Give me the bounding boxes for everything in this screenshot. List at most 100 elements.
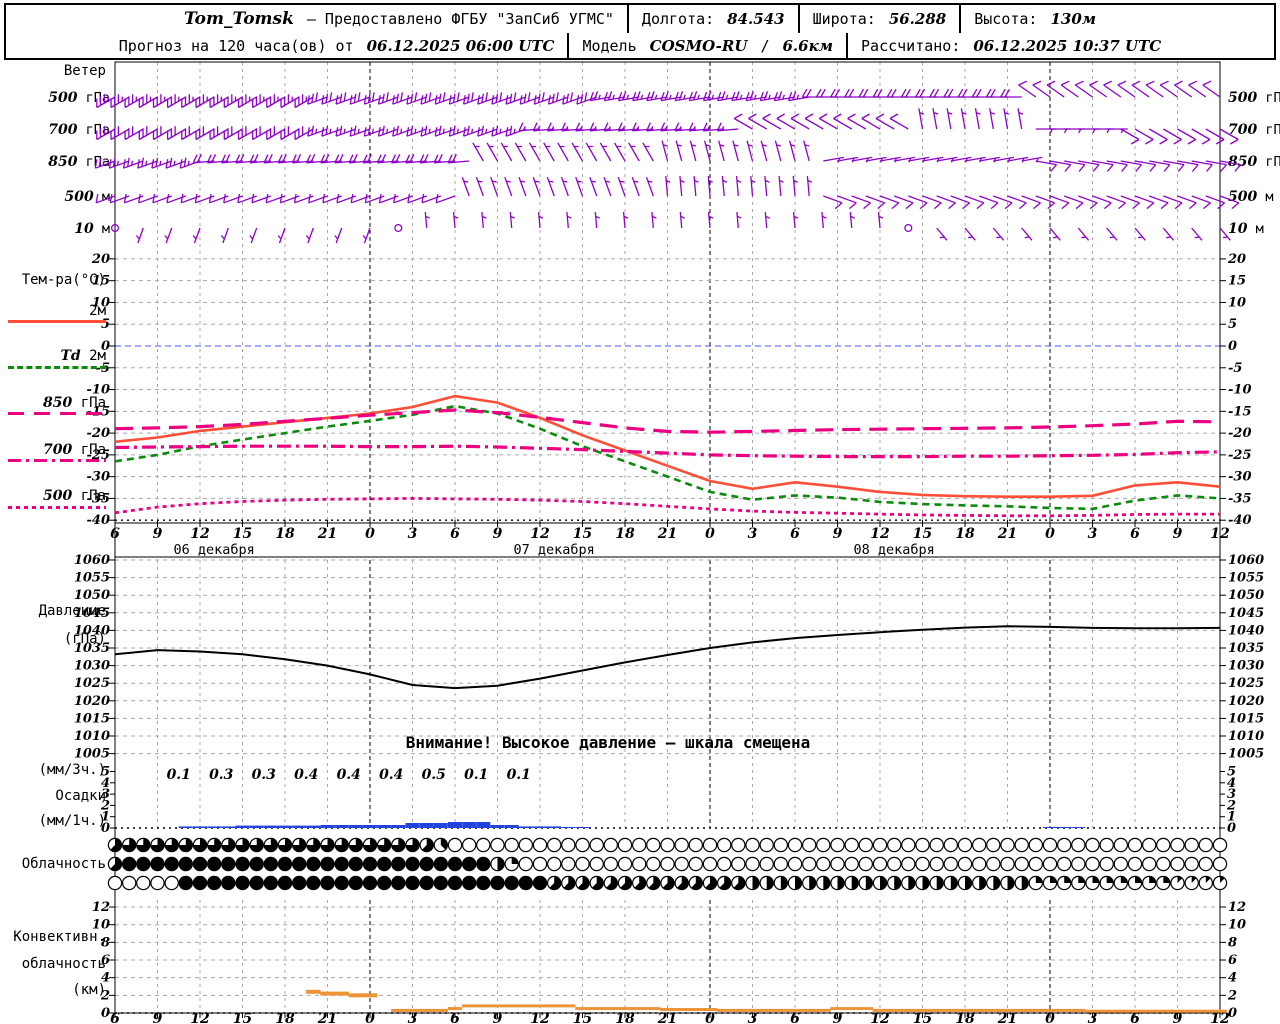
legend-entry-line-sample — [8, 459, 106, 462]
svg-text:3: 3 — [408, 526, 418, 542]
svg-text:Внимание! Высокое давление — ш: Внимание! Высокое давление — шкала смеще… — [406, 733, 811, 752]
svg-text:0.5: 0.5 — [422, 767, 446, 783]
svg-text:0: 0 — [705, 526, 715, 542]
svg-text:12: 12 — [530, 526, 550, 542]
svg-text:15: 15 — [573, 526, 592, 542]
svg-text:10 м: 10 м — [74, 221, 110, 237]
svg-text:0: 0 — [1228, 339, 1237, 354]
svg-text:12: 12 — [870, 526, 890, 542]
precip-3h-unit-label: (мм/3ч.) — [38, 762, 106, 778]
svg-text:-15: -15 — [1228, 404, 1252, 419]
svg-text:2: 2 — [1227, 988, 1237, 1003]
svg-text:1030: 1030 — [1228, 659, 1264, 674]
svg-text:700 гПа: 700 гПа — [1228, 122, 1280, 138]
svg-text:1025: 1025 — [1228, 676, 1264, 691]
svg-text:-20: -20 — [87, 426, 111, 441]
svg-text:8: 8 — [1228, 935, 1237, 950]
svg-text:1040: 1040 — [1228, 623, 1264, 638]
svg-text:0: 0 — [365, 526, 375, 542]
wind-panel-label: Ветер — [63, 63, 106, 79]
svg-text:15: 15 — [233, 526, 252, 542]
svg-text:-35: -35 — [1228, 491, 1252, 506]
svg-text:-30: -30 — [87, 470, 111, 485]
svg-text:21: 21 — [657, 526, 677, 542]
svg-text:0.1: 0.1 — [507, 767, 531, 783]
legend-entry-line-sample — [8, 506, 106, 509]
legend-entry-label: 500 гПа — [43, 488, 106, 504]
svg-text:20: 20 — [1227, 252, 1246, 267]
legend-entry-line-sample — [8, 412, 106, 415]
svg-text:1055: 1055 — [1228, 571, 1264, 586]
svg-text:-10: -10 — [1228, 383, 1252, 398]
svg-text:9: 9 — [1173, 526, 1183, 542]
pressure-unit-label: (гПа) — [63, 631, 106, 647]
svg-text:10: 10 — [1228, 918, 1246, 933]
precip-panel-label: Осадки — [55, 788, 106, 804]
svg-text:1045: 1045 — [1228, 606, 1264, 621]
svg-text:5: 5 — [1228, 317, 1237, 332]
svg-text:500 гПа: 500 гПа — [1228, 90, 1280, 106]
svg-text:6: 6 — [790, 526, 800, 542]
svg-text:9: 9 — [833, 526, 843, 542]
svg-text:500 м: 500 м — [65, 189, 111, 205]
svg-text:0.1: 0.1 — [464, 767, 488, 783]
svg-text:-40: -40 — [1228, 513, 1252, 528]
svg-text:1035: 1035 — [1228, 641, 1264, 656]
svg-text:15: 15 — [913, 526, 932, 542]
svg-text:1055: 1055 — [74, 571, 110, 586]
svg-text:0.4: 0.4 — [294, 767, 318, 783]
convective-unit-label: (км) — [72, 982, 106, 998]
svg-text:1020: 1020 — [1228, 694, 1264, 709]
svg-text:21: 21 — [317, 526, 337, 542]
legend-entry-label: Td 2м — [60, 348, 106, 364]
svg-text:1050: 1050 — [74, 588, 110, 603]
precip-1h-unit-label: (мм/1ч.) — [38, 813, 106, 829]
svg-text:1015: 1015 — [74, 711, 110, 726]
svg-text:0: 0 — [1045, 526, 1055, 542]
svg-text:08 декабря: 08 декабря — [854, 542, 935, 558]
svg-text:6: 6 — [1228, 953, 1237, 968]
svg-text:10 м: 10 м — [1228, 221, 1264, 237]
svg-text:6: 6 — [450, 526, 460, 542]
svg-text:1060: 1060 — [1228, 553, 1264, 568]
svg-text:500 м: 500 м — [1228, 189, 1274, 205]
svg-text:0: 0 — [1227, 821, 1236, 836]
svg-text:0.4: 0.4 — [379, 767, 403, 783]
svg-text:21: 21 — [997, 526, 1017, 542]
svg-text:1005: 1005 — [1228, 747, 1264, 762]
svg-text:20: 20 — [91, 252, 110, 267]
legend-entry-label: 2м — [89, 303, 106, 319]
svg-text:4: 4 — [1228, 971, 1237, 986]
svg-text:0.4: 0.4 — [337, 767, 361, 783]
meteogram-chart: 6699121215151818212100336699121215151818… — [48, 61, 1280, 1024]
svg-text:18: 18 — [615, 526, 635, 542]
svg-text:12: 12 — [92, 900, 110, 915]
convective-panel-label-1: Конвективн. — [13, 929, 106, 945]
svg-text:0: 0 — [101, 1006, 110, 1021]
svg-text:0.1: 0.1 — [167, 767, 191, 783]
legend-entry-label: 700 гПа — [43, 442, 106, 458]
svg-text:18: 18 — [275, 526, 295, 542]
svg-text:12: 12 — [190, 526, 210, 542]
legend-entry-label: 850 гПа — [43, 395, 106, 411]
svg-text:-40: -40 — [87, 513, 111, 528]
svg-text:1050: 1050 — [1228, 588, 1264, 603]
svg-text:1010: 1010 — [74, 729, 110, 744]
convective-panel-label-2: облачность — [21, 956, 106, 972]
svg-text:-5: -5 — [1228, 361, 1242, 376]
svg-text:1025: 1025 — [74, 676, 110, 691]
svg-text:1005: 1005 — [74, 747, 110, 762]
legend-entry-line-sample — [8, 366, 106, 372]
temperature-panel-label: Тем-ра(°C) — [21, 272, 106, 288]
svg-text:18: 18 — [955, 526, 975, 542]
svg-text:1010: 1010 — [1228, 729, 1264, 744]
svg-text:1020: 1020 — [74, 694, 110, 709]
svg-text:1030: 1030 — [74, 659, 110, 674]
svg-text:-30: -30 — [1228, 470, 1252, 485]
svg-text:0.3: 0.3 — [252, 767, 277, 783]
svg-text:10: 10 — [1228, 295, 1246, 310]
svg-text:1060: 1060 — [74, 553, 110, 568]
svg-text:3: 3 — [1088, 526, 1098, 542]
svg-text:6: 6 — [1130, 526, 1140, 542]
svg-text:-25: -25 — [1228, 448, 1252, 463]
